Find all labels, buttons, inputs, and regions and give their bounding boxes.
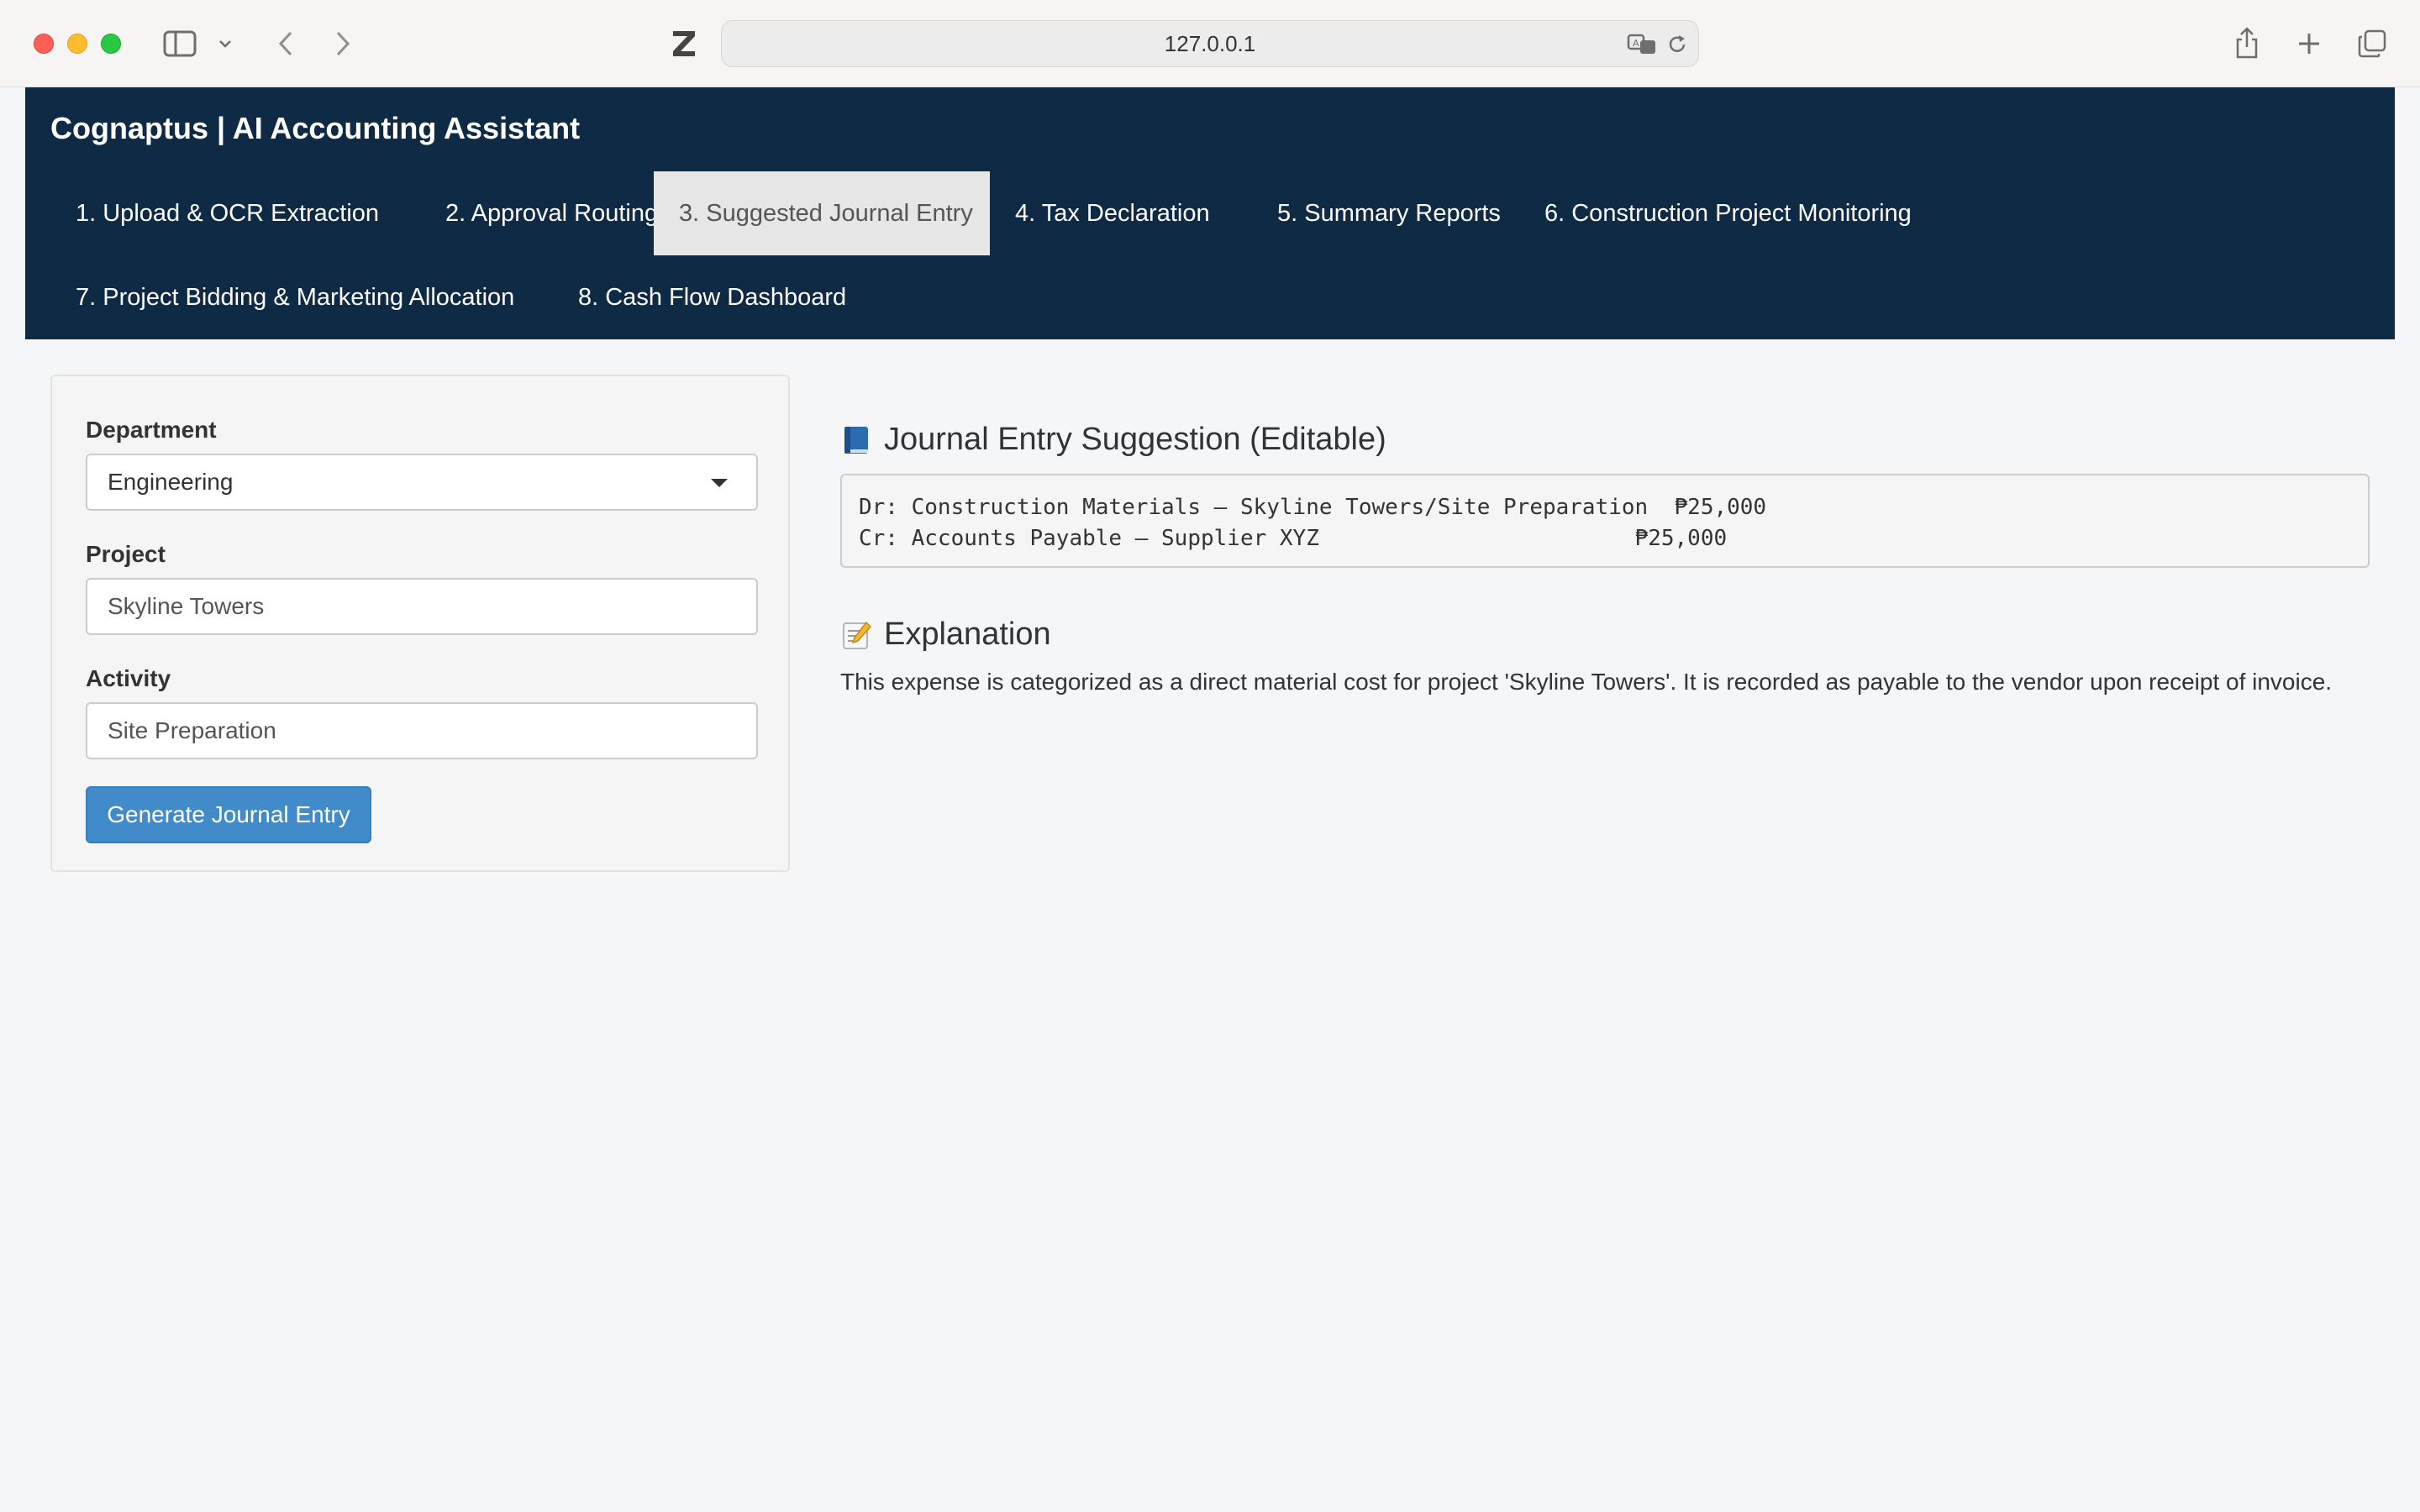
tab-label: 7. Project Bidding & Marketing Allocatio… [76, 283, 515, 311]
book-icon [840, 423, 874, 457]
sidebar-toggle-icon[interactable] [161, 27, 198, 60]
tab-label: 6. Construction Project Monitoring [1544, 199, 1912, 227]
tab-label: 1. Upload & OCR Extraction [76, 199, 380, 227]
tab-suggested-journal-entry[interactable]: 3. Suggested Journal Entry [654, 171, 990, 255]
zotero-extension-icon[interactable] [667, 27, 701, 60]
url-text: 127.0.0.1 [1164, 30, 1256, 56]
generate-journal-entry-button[interactable]: Generate Journal Entry [86, 786, 371, 843]
department-select[interactable]: Engineering [86, 454, 758, 511]
new-tab-icon[interactable] [2292, 27, 2326, 60]
explanation-section-title: Explanation [840, 617, 1051, 653]
department-label: Department [86, 417, 217, 443]
project-label: Project [86, 541, 166, 567]
back-icon[interactable] [272, 27, 299, 60]
activity-value: Site Preparation [108, 717, 276, 743]
tab-label: 3. Suggested Journal Entry [679, 199, 973, 227]
project-input[interactable]: Skyline Towers [86, 578, 758, 635]
reload-icon[interactable] [1665, 31, 1690, 58]
explanation-text: This expense is categorized as a direct … [840, 669, 2333, 695]
tab-label: 2. Approval Routing [445, 199, 659, 227]
journal-section-title: Journal Entry Suggestion (Editable) [840, 422, 1386, 458]
activity-input[interactable]: Site Preparation [86, 702, 758, 759]
chevron-down-icon[interactable] [215, 32, 235, 55]
tab-approval-routing[interactable]: 2. Approval Routing [420, 171, 683, 255]
tab-construction-project-monitoring[interactable]: 6. Construction Project Monitoring [1519, 171, 1937, 255]
minimize-window-button[interactable] [67, 34, 87, 54]
zoom-window-button[interactable] [101, 34, 121, 54]
forward-icon[interactable] [329, 27, 356, 60]
journal-entry-box[interactable]: Dr: Construction Materials – Skyline Tow… [840, 474, 2370, 568]
explanation-title-text: Explanation [884, 617, 1051, 652]
navbar: Cognaptus | AI Accounting Assistant 1. U… [25, 87, 2395, 339]
tab-label: 4. Tax Declaration [1015, 199, 1210, 227]
browser-toolbar: 127.0.0.1 A [0, 0, 2420, 87]
tab-label: 8. Cash Flow Dashboard [578, 283, 847, 311]
tab-overview-icon[interactable] [2354, 27, 2390, 60]
address-bar[interactable]: 127.0.0.1 A [721, 20, 1699, 67]
dropdown-caret-icon [711, 479, 728, 487]
translate-icon[interactable]: A [1626, 29, 1660, 60]
tab-tax-declaration[interactable]: 4. Tax Declaration [990, 171, 1235, 255]
project-value: Skyline Towers [108, 593, 265, 619]
brand-title: Cognaptus | AI Accounting Assistant [50, 111, 581, 145]
tab-upload-ocr[interactable]: 1. Upload & OCR Extraction [50, 171, 404, 255]
journal-title-text: Journal Entry Suggestion (Editable) [884, 422, 1386, 457]
tab-label: 5. Summary Reports [1277, 199, 1501, 227]
page: Cognaptus | AI Accounting Assistant 1. U… [0, 87, 2420, 1512]
department-value: Engineering [108, 469, 234, 495]
tab-project-bidding[interactable]: 7. Project Bidding & Marketing Allocatio… [50, 255, 539, 339]
share-icon[interactable] [2230, 24, 2264, 62]
input-panel: Department Engineering Project Skyline T… [50, 375, 790, 872]
activity-label: Activity [86, 665, 171, 691]
tab-summary-reports[interactable]: 5. Summary Reports [1252, 171, 1526, 255]
memo-icon [840, 618, 874, 652]
close-window-button[interactable] [34, 34, 54, 54]
svg-text:A: A [1633, 38, 1639, 49]
tab-cash-flow-dashboard[interactable]: 8. Cash Flow Dashboard [553, 255, 871, 339]
